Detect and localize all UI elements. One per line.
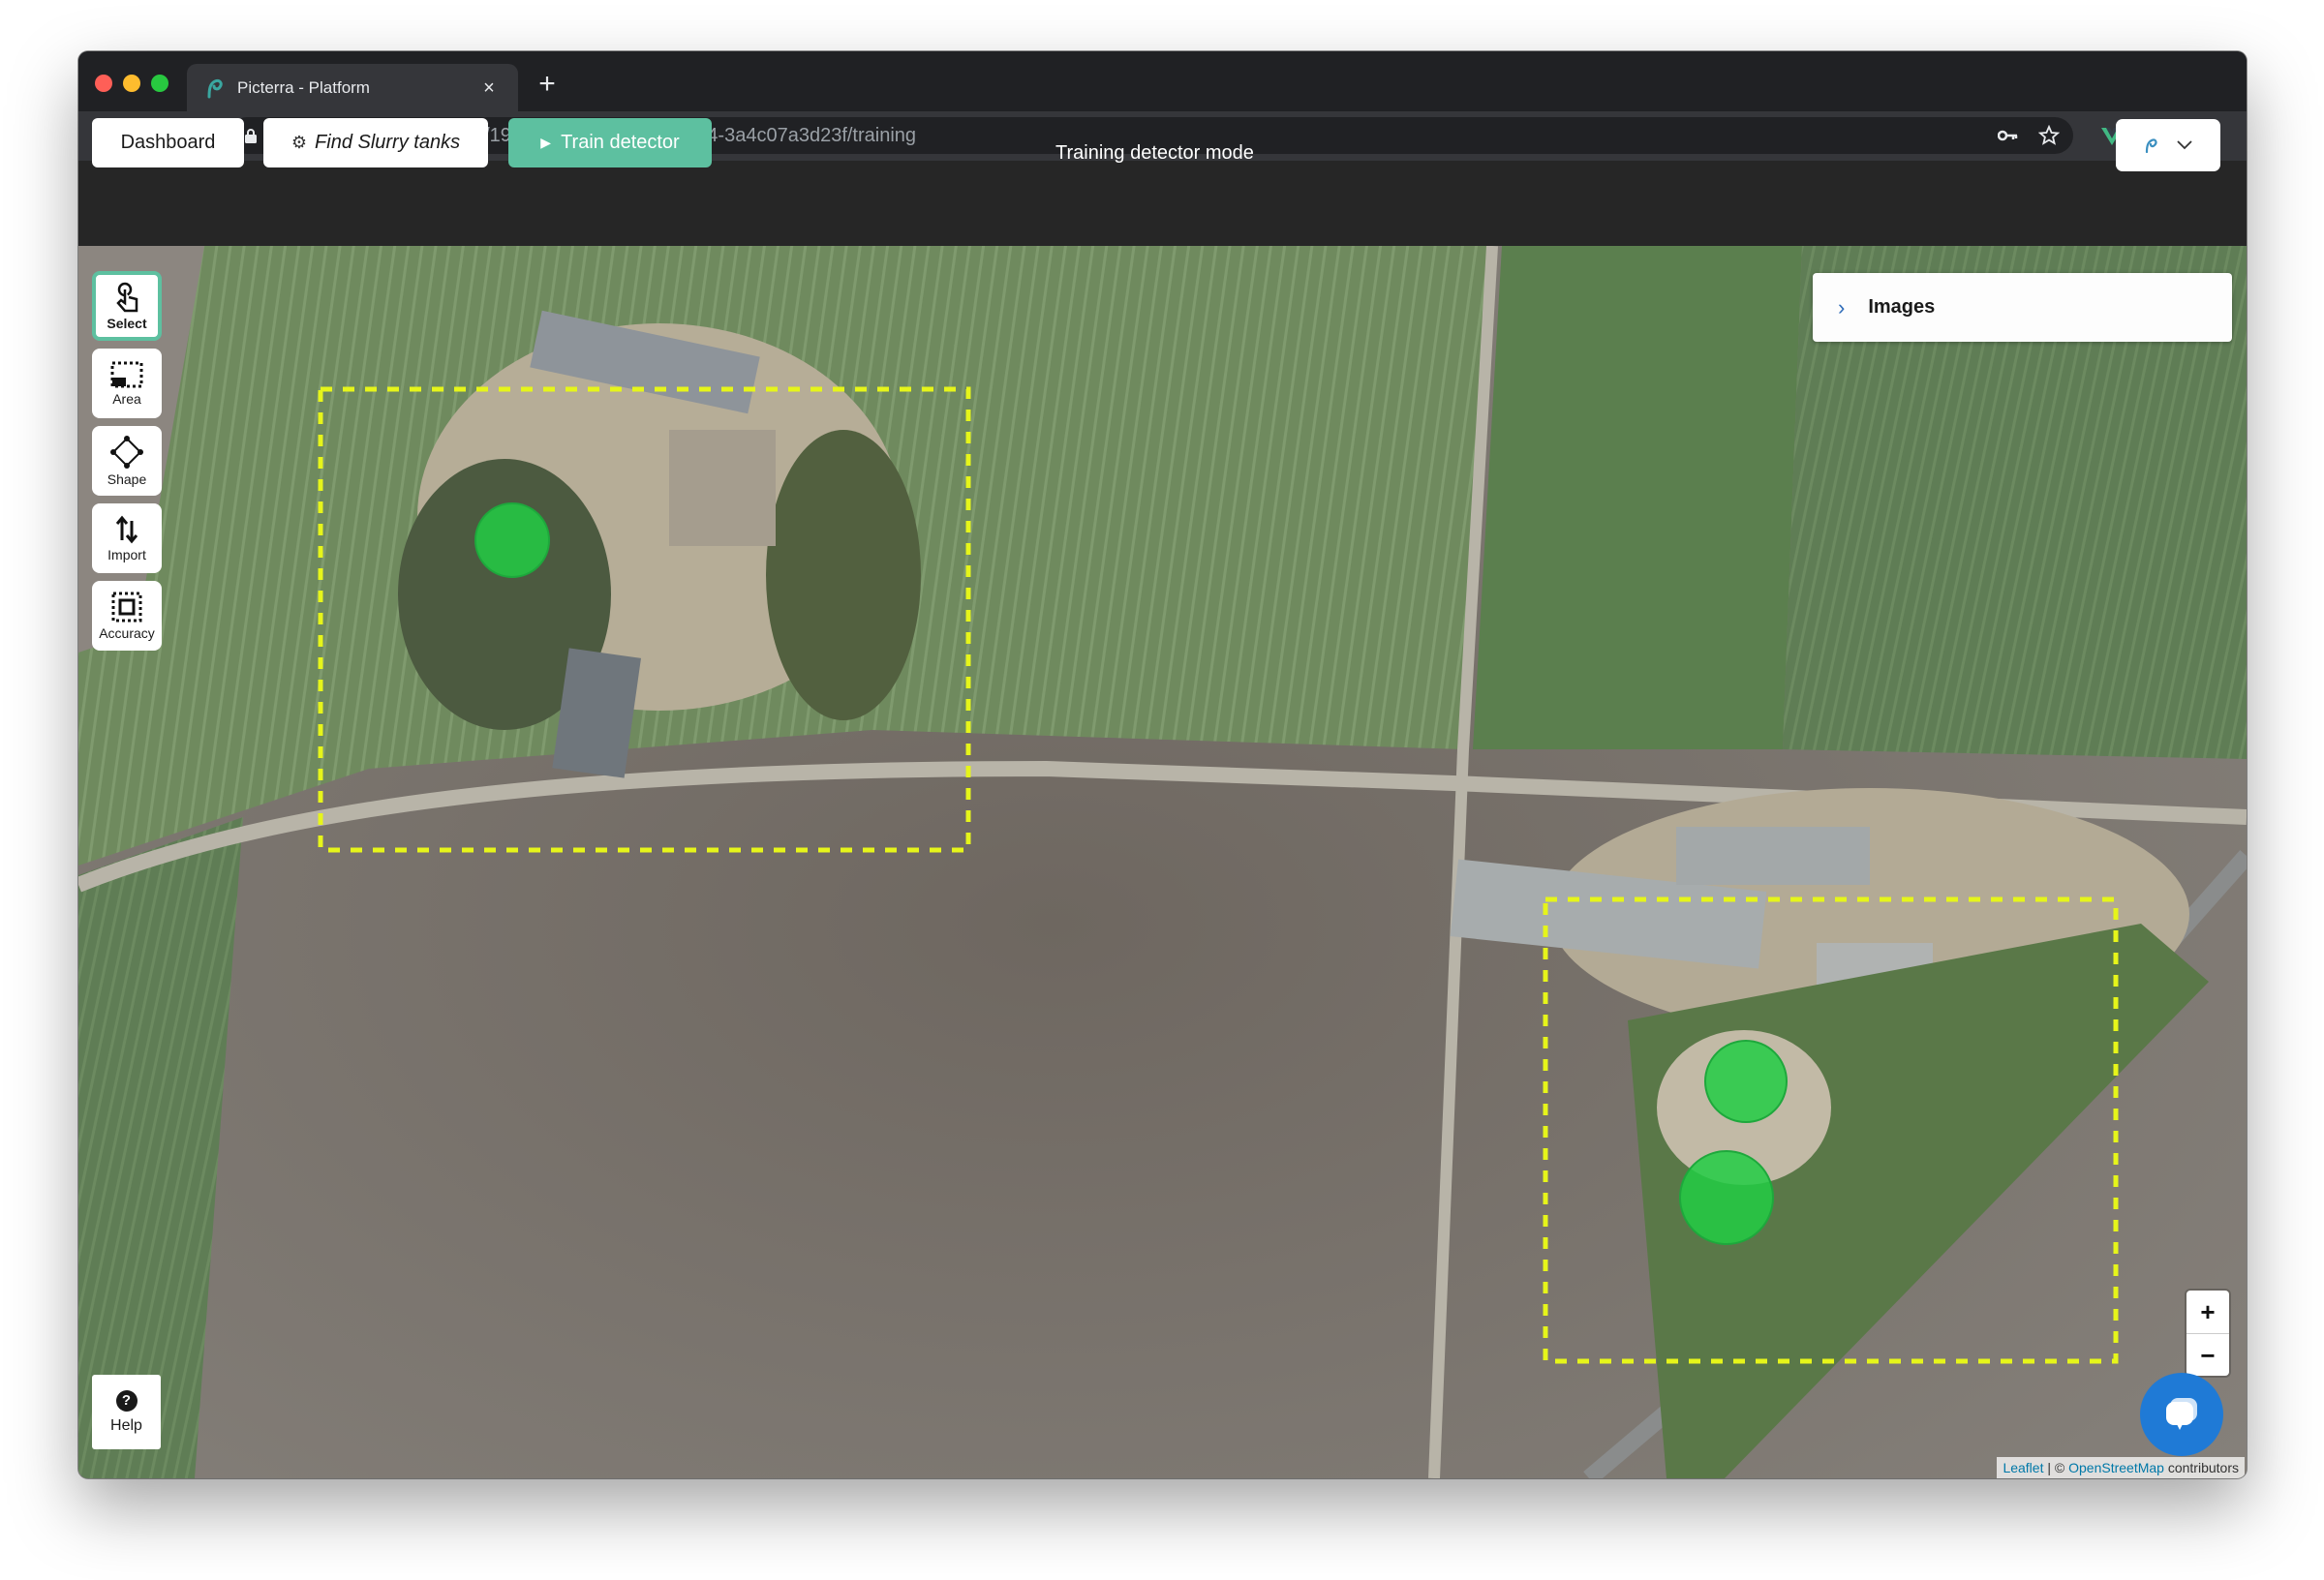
question-mark-icon: ? [115, 1389, 138, 1412]
slurry-tank-annotation[interactable] [474, 502, 550, 578]
map-canvas[interactable]: Select Area Shape Import Accuracy › Imag… [78, 246, 2247, 1478]
chat-bubble-icon [2166, 1398, 2197, 1430]
tool-shape[interactable]: Shape [92, 426, 162, 496]
tool-select-label: Select [107, 315, 147, 331]
building [1676, 827, 1870, 885]
tool-import-label: Import [107, 546, 146, 562]
tab-title: Picterra - Platform [237, 78, 370, 97]
tool-area[interactable]: Area [92, 349, 162, 418]
maximize-window-button[interactable] [151, 75, 168, 92]
new-tab-button[interactable]: + [532, 69, 563, 100]
key-icon[interactable] [1992, 121, 2025, 150]
leaflet-link[interactable]: Leaflet [2003, 1460, 2043, 1475]
browser-tab[interactable]: Picterra - Platform × [187, 64, 518, 112]
lock-icon [245, 129, 257, 143]
tool-import[interactable]: Import [92, 503, 162, 573]
star-icon[interactable] [2033, 121, 2065, 150]
zoom-out-button[interactable]: − [2186, 1334, 2229, 1377]
tab-close-icon[interactable]: × [477, 76, 501, 100]
tool-palette: Select Area Shape Import Accuracy [92, 271, 164, 658]
detector-name-label: Find Slurry tanks [315, 132, 461, 153]
images-panel[interactable]: › Images [1813, 273, 2232, 342]
dashed-square-target-icon [111, 592, 142, 622]
slurry-tank-annotation[interactable] [1679, 1150, 1774, 1245]
help-button[interactable]: ? Help [92, 1375, 161, 1449]
slurry-tank-annotation[interactable] [1704, 1040, 1788, 1123]
chevron-right-icon: › [1838, 294, 1846, 319]
train-detector-button[interactable]: ▶ Train detector [508, 118, 712, 167]
zoom-in-button[interactable]: + [2186, 1291, 2229, 1334]
tool-shape-label: Shape [107, 471, 147, 487]
polygon-diamond-icon [110, 435, 143, 469]
picterra-logo-icon [207, 79, 223, 99]
help-label: Help [110, 1416, 142, 1434]
account-menu-button[interactable] [2116, 119, 2220, 171]
browser-window: Picterra - Platform × + app.picterra.ch/… [78, 51, 2247, 1478]
dashed-rectangle-icon [110, 361, 143, 387]
trees [766, 430, 921, 720]
grass-field [1473, 246, 1802, 749]
chat-support-button[interactable] [2140, 1373, 2223, 1456]
detector-name-button[interactable]: ⚙ Find Slurry tanks [263, 118, 488, 167]
satellite-imagery [78, 246, 2247, 1478]
train-detector-label: Train detector [561, 132, 680, 153]
zoom-control: + − [2186, 1291, 2229, 1376]
images-panel-title: Images [1868, 296, 1936, 318]
tool-accuracy[interactable]: Accuracy [92, 581, 162, 651]
openstreetmap-link[interactable]: OpenStreetMap [2068, 1460, 2164, 1475]
tool-accuracy-label: Accuracy [99, 624, 155, 641]
chevron-down-icon [2177, 140, 2192, 150]
play-icon: ▶ [540, 135, 552, 150]
tool-select[interactable]: Select [92, 271, 162, 341]
minimize-window-button[interactable] [123, 75, 140, 92]
gear-icon: ⚙ [290, 133, 308, 152]
dashboard-button[interactable]: Dashboard [92, 118, 244, 167]
close-window-button[interactable] [95, 75, 112, 92]
building [669, 430, 776, 546]
tab-strip: Picterra - Platform × + [78, 51, 2247, 112]
hand-pointer-icon [116, 282, 138, 312]
up-down-arrows-icon [115, 515, 138, 543]
map-attribution: Leaflet | © OpenStreetMap contributors [1997, 1457, 2245, 1478]
picterra-logo-icon [2145, 138, 2157, 153]
mode-label: Training detector mode [1055, 142, 1254, 164]
tool-area-label: Area [112, 390, 141, 407]
